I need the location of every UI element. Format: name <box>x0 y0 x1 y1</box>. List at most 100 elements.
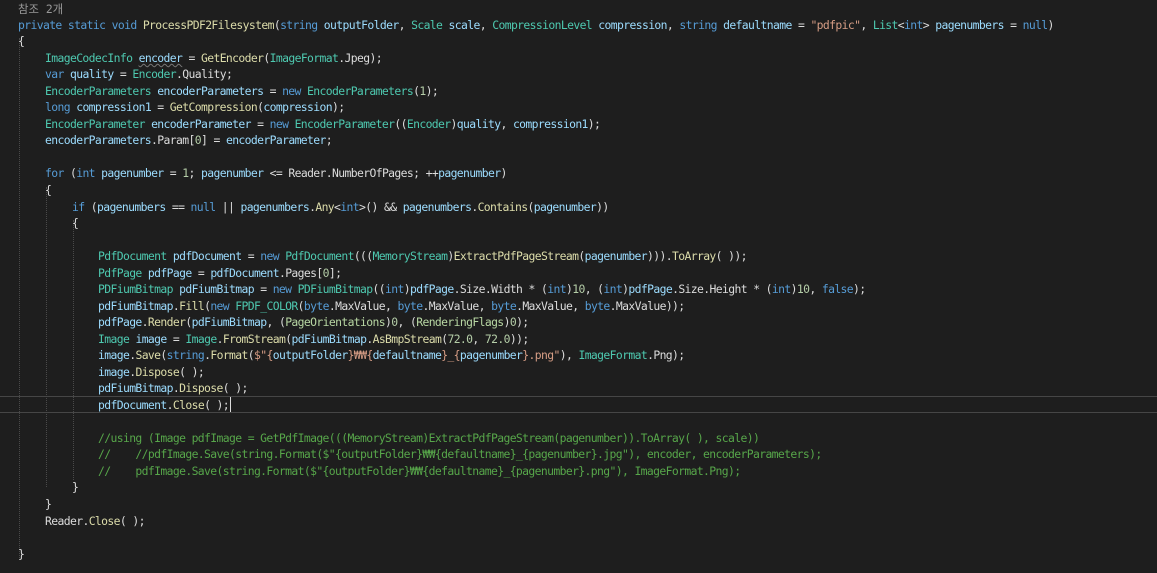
code-line[interactable]: { <box>45 182 52 198</box>
code-token: = <box>166 332 186 346</box>
code-token: , <box>478 299 492 313</box>
code-token: encoder <box>138 51 183 65</box>
code-token: FromStream <box>222 332 286 346</box>
code-token: scale <box>448 18 481 32</box>
code-token: ; <box>225 67 233 81</box>
code-token: Reader <box>45 514 83 528</box>
code-token: PDFiumBitmap <box>98 282 173 296</box>
code-line[interactable]: // pdfImage.Save(string.Format($"{output… <box>98 463 741 479</box>
code-token: >() && <box>359 200 403 214</box>
code-line[interactable]: if (pagenumbers == null || pagenumbers.A… <box>72 199 609 215</box>
code-token: , ( <box>397 315 417 329</box>
code-line[interactable]: pdfDocument.Close( ); <box>98 397 230 413</box>
code-line[interactable]: } <box>18 546 25 562</box>
code-line[interactable]: Reader.Close( ); <box>45 513 145 529</box>
code-token: Size <box>459 282 486 296</box>
code-token: Dispose <box>135 365 180 379</box>
code-token: Encoder <box>132 67 177 81</box>
code-line[interactable]: pdFiumBitmap.Fill(new FPDF_COLOR(byte.Ma… <box>98 298 685 314</box>
code-token: string <box>280 18 318 32</box>
code-line[interactable]: for (int pagenumber = 1; pagenumber <= R… <box>45 165 507 181</box>
code-token: new <box>269 117 289 131</box>
code-token: = <box>250 117 270 131</box>
code-token: int <box>340 200 360 214</box>
code-token: }.png" <box>522 348 560 362</box>
code-token: AsBmpStream <box>372 332 442 346</box>
code-token: <= <box>263 166 289 180</box>
code-line[interactable]: image.Save(string.Format($"{outputFolder… <box>98 347 685 363</box>
code-line[interactable]: image.Dispose( ); <box>98 364 205 380</box>
code-token: pdFiumBitmap <box>98 299 173 313</box>
code-line[interactable]: pdFiumBitmap.Dispose( ); <box>98 380 248 396</box>
code-token: = <box>253 282 273 296</box>
code-line[interactable]: } <box>45 496 52 512</box>
code-token: ) <box>500 166 507 180</box>
code-token: long <box>45 100 71 114</box>
code-token: quality <box>69 67 114 81</box>
code-token: image <box>98 365 130 379</box>
code-token: pagenumber <box>584 249 648 263</box>
code-line[interactable]: Image image = Image.FromStream(pdFiumBit… <box>98 331 529 347</box>
code-line[interactable]: ImageCodecInfo encoder = GetEncoder(Imag… <box>45 50 383 66</box>
code-token: == <box>165 200 191 214</box>
code-token: MaxValue <box>615 299 667 313</box>
code-token: , <box>472 332 485 346</box>
code-token: ( ); <box>204 398 230 412</box>
code-token: ; <box>325 133 333 147</box>
code-token: static <box>67 18 106 32</box>
code-token: int <box>547 282 566 296</box>
code-line[interactable]: // //pdfImage.Save(string.Format($"{outp… <box>98 446 822 462</box>
code-line[interactable]: pdfPage.Render(pdFiumBitmap, (PageOrient… <box>98 314 529 330</box>
code-token: GetCompression <box>169 100 258 114</box>
code-editor[interactable]: 참조 2개 private static void ProcessPDF2Fil… <box>0 0 1157 573</box>
text-caret <box>230 397 231 412</box>
code-line[interactable]: PdfPage pdfPage = pdfDocument.Pages[0]; <box>98 265 342 281</box>
code-line[interactable]: EncoderParameters encoderParameters = ne… <box>45 83 439 99</box>
code-line[interactable]: var quality = Encoder.Quality; <box>45 66 233 82</box>
code-line[interactable]: encoderParameters.Param[0] = encoderPara… <box>45 132 333 148</box>
code-token: Quality <box>182 67 226 81</box>
code-token: = <box>241 249 261 263</box>
code-token: Jpeg <box>344 51 371 65</box>
code-token: new <box>210 299 230 313</box>
code-token: compression1 <box>512 117 588 131</box>
code-token: ImageFormat <box>578 348 648 362</box>
code-token: EncoderParameter <box>294 117 395 131</box>
code-line[interactable]: { <box>72 215 79 231</box>
code-token: ); <box>369 51 382 65</box>
code-token: ((( <box>353 249 373 263</box>
code-line[interactable]: EncoderParameter encoderParameter = new … <box>45 116 601 132</box>
code-token: ImageCodecInfo <box>45 51 133 65</box>
code-token: Image <box>98 332 130 346</box>
code-token: byte <box>397 299 424 313</box>
code-token: ); <box>587 117 601 131</box>
code-token: ) <box>1047 18 1055 32</box>
code-token: = <box>182 51 201 65</box>
code-token: EncoderParameters <box>307 84 414 98</box>
code-token: Close <box>88 514 121 528</box>
code-token: pagenumbers <box>935 18 1004 32</box>
code-token: encoderParameter <box>225 133 326 147</box>
code-token: , ( <box>584 282 604 296</box>
code-token: Any <box>315 200 335 214</box>
code-token: , <box>572 299 585 313</box>
code-line[interactable]: PDFiumBitmap pdFiumBitmap = new PDFiumBi… <box>98 281 866 297</box>
code-token: (( <box>394 117 407 131</box>
code-token: }_{ <box>441 348 460 362</box>
code-token: pdFiumBitmap <box>291 332 367 346</box>
code-line[interactable]: PdfDocument pdfDocument = new PdfDocumen… <box>98 248 747 264</box>
code-line[interactable]: long compression1 = GetCompression(compr… <box>45 99 345 115</box>
code-line[interactable]: //using (Image pdfImage = GetPdfImage(((… <box>98 430 760 446</box>
code-token: ] = <box>201 133 226 147</box>
code-token: Save <box>135 348 161 362</box>
code-line[interactable]: } <box>72 479 79 495</box>
code-line[interactable]: private static void ProcessPDF2Filesyste… <box>18 17 1054 33</box>
code-token: ); <box>425 84 439 98</box>
code-token: = <box>791 18 811 32</box>
code-token: defaultname <box>372 348 442 362</box>
code-line[interactable]: { <box>18 33 25 49</box>
codelens-references[interactable]: 참조 2개 <box>18 1 63 17</box>
code-token: image <box>135 332 167 346</box>
code-token: = <box>163 166 183 180</box>
code-token: , <box>398 18 412 32</box>
